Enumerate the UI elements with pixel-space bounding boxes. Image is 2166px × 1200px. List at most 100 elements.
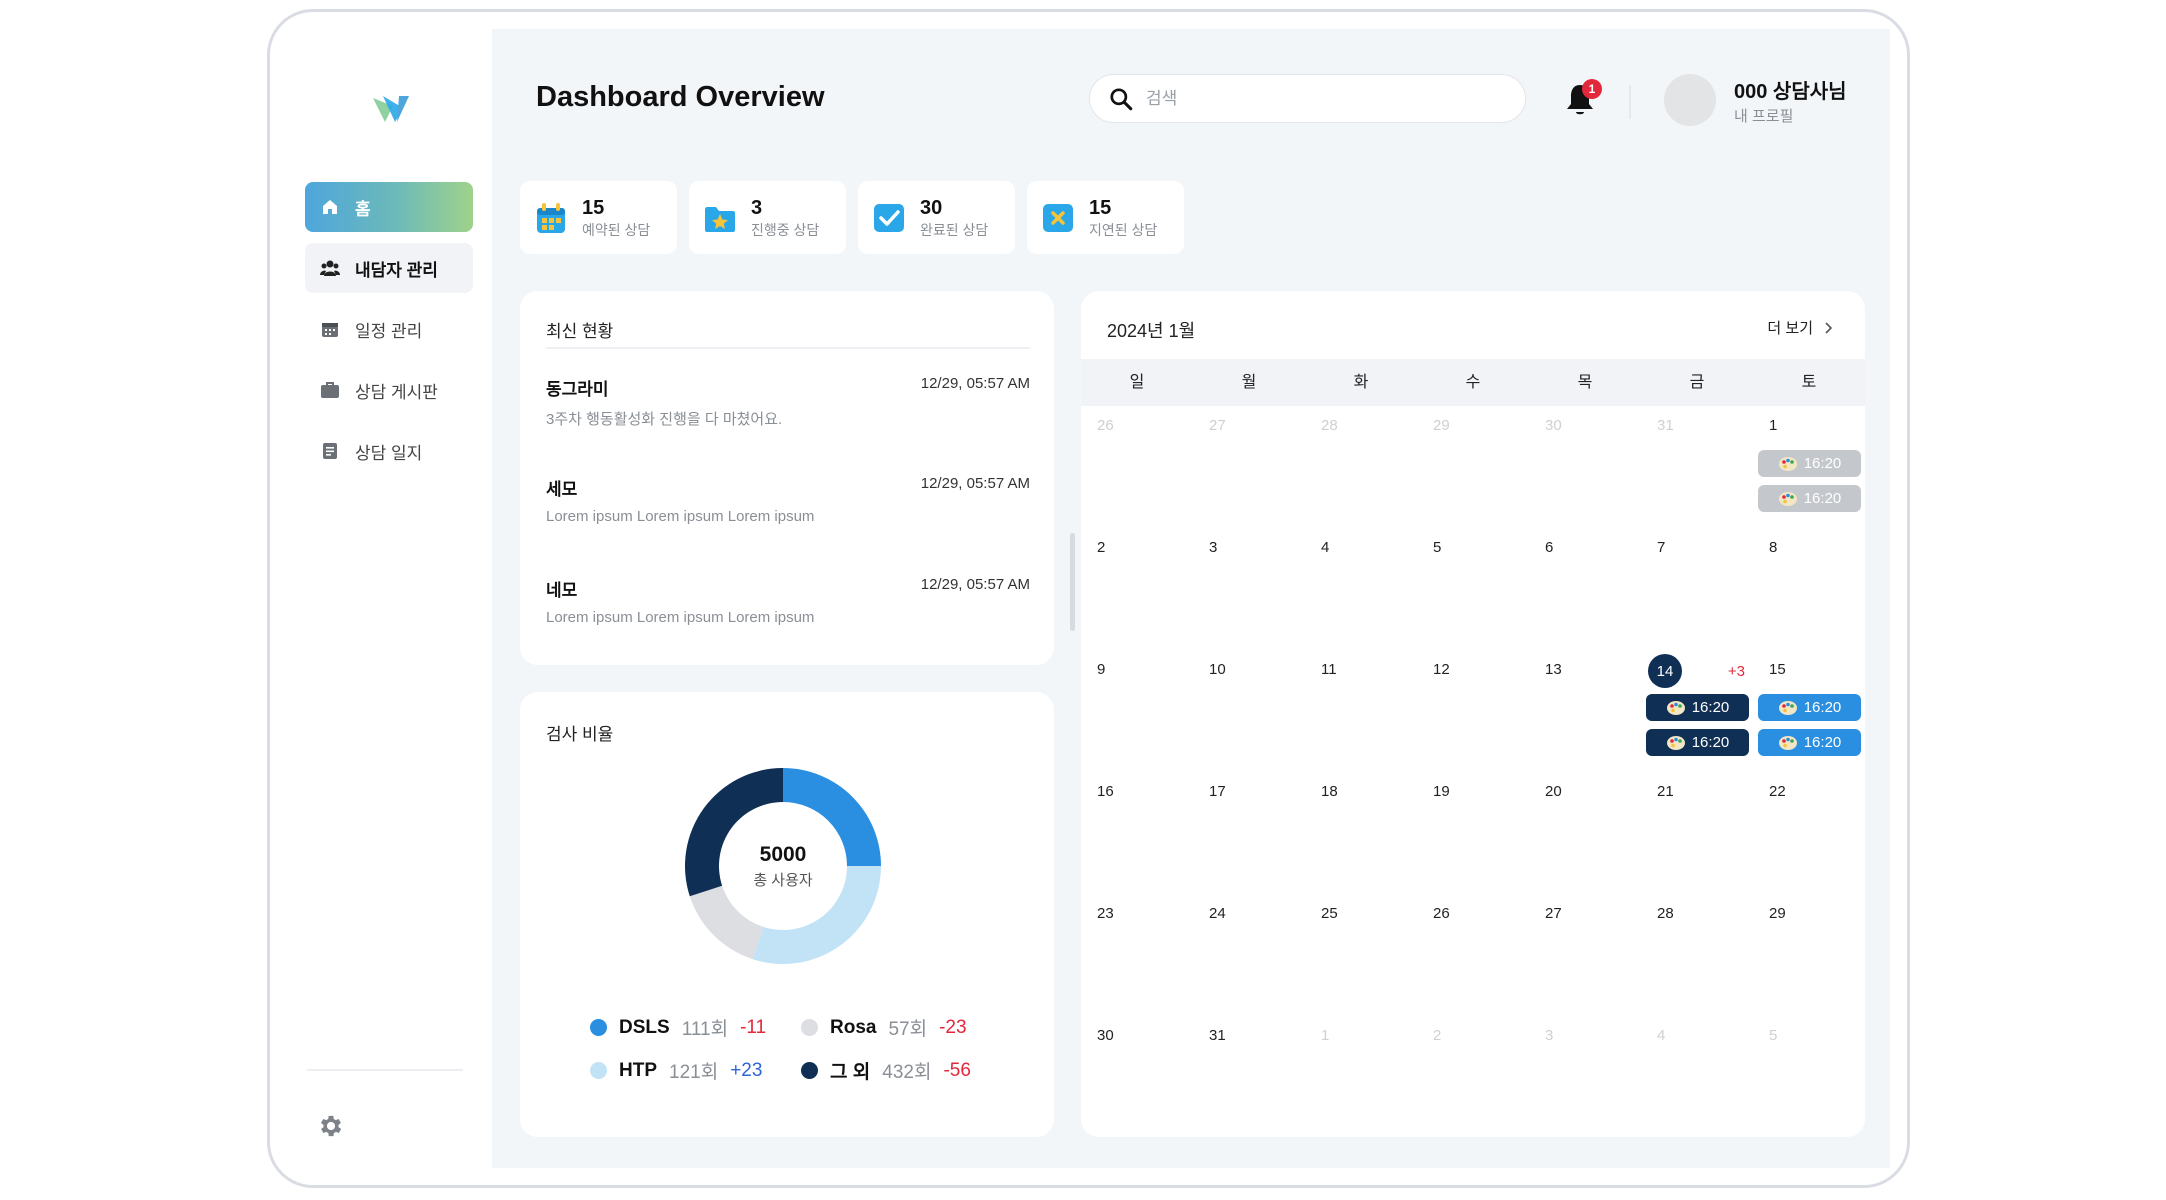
sidebar-item-label: 상담 일지 bbox=[355, 443, 423, 463]
calendar-day-cell[interactable]: 15 16:20 16:20 bbox=[1753, 650, 1865, 772]
event-time: 16:20 bbox=[1803, 455, 1842, 472]
calendar-day-cell[interactable]: 10 bbox=[1193, 650, 1305, 772]
event-chip[interactable]: 16:20 bbox=[1758, 485, 1861, 512]
scrollbar[interactable] bbox=[1070, 533, 1075, 631]
legend-name: 그 외 bbox=[830, 1062, 871, 1083]
list-item[interactable]: 네모 12/29, 05:57 AM Lorem ipsum Lorem ips… bbox=[546, 576, 1030, 626]
user-name[interactable]: 000 상담사님 bbox=[1734, 75, 1847, 104]
legend-name: HTP bbox=[619, 1059, 657, 1081]
calendar-day-cell[interactable]: 11 bbox=[1305, 650, 1417, 772]
document-icon bbox=[319, 440, 341, 462]
calendar-day-cell[interactable]: 24 bbox=[1193, 894, 1305, 1016]
stat-card-reserved[interactable]: 15 예약된 상담 bbox=[520, 181, 677, 254]
calendar-day-cell[interactable]: 8 bbox=[1753, 528, 1865, 650]
stat-card-completed[interactable]: 30 완료된 상담 bbox=[858, 181, 1015, 254]
calendar-day-cell[interactable]: 4 bbox=[1641, 1016, 1753, 1137]
event-chip[interactable]: 16:20 bbox=[1758, 694, 1861, 721]
legend-delta: -11 bbox=[740, 1016, 767, 1038]
calendar-day-cell[interactable]: 25 bbox=[1305, 894, 1417, 1016]
calendar-day-cell[interactable]: 30 bbox=[1081, 1016, 1193, 1137]
event-chip[interactable]: 16:20 bbox=[1646, 729, 1749, 756]
sidebar-item-label: 홈 bbox=[355, 199, 371, 219]
calendar-day-cell[interactable]: 18 bbox=[1305, 772, 1417, 894]
day-number: 20 bbox=[1545, 783, 1562, 800]
list-item[interactable]: 세모 12/29, 05:57 AM Lorem ipsum Lorem ips… bbox=[546, 475, 1030, 525]
legend-dot bbox=[590, 1062, 607, 1079]
calendar-day-cell[interactable]: 27 bbox=[1193, 406, 1305, 528]
event-chip[interactable]: 16:20 bbox=[1758, 450, 1861, 477]
calendar-day-cell[interactable]: 1 16:20 16:20 bbox=[1753, 406, 1865, 528]
calendar-day-cell[interactable]: 4 bbox=[1305, 528, 1417, 650]
calendar-day-cell[interactable]: 5 bbox=[1753, 1016, 1865, 1137]
palette-icon bbox=[1666, 700, 1685, 715]
search-icon bbox=[1110, 87, 1133, 110]
calendar-day-cell[interactable]: 17 bbox=[1193, 772, 1305, 894]
header-divider bbox=[1629, 85, 1631, 119]
calendar-day-cell[interactable]: 2 bbox=[1081, 528, 1193, 650]
my-profile-link[interactable]: 내 프로필 bbox=[1734, 105, 1793, 126]
legend-dot bbox=[801, 1019, 818, 1036]
calendar-day-cell[interactable]: 26 bbox=[1081, 406, 1193, 528]
calendar-day-cell[interactable]: 12 bbox=[1417, 650, 1529, 772]
day-number: 19 bbox=[1433, 783, 1450, 800]
calendar-day-cell[interactable]: 30 bbox=[1529, 406, 1641, 528]
sidebar-item-home[interactable]: 홈 bbox=[305, 182, 473, 232]
more-events-badge[interactable]: +3 bbox=[1728, 663, 1745, 680]
event-chip[interactable]: 16:20 bbox=[1646, 694, 1749, 721]
calendar-week-row: 16 17 18 19 20 21 22 bbox=[1081, 772, 1865, 894]
event-chip[interactable]: 16:20 bbox=[1758, 729, 1861, 756]
list-item[interactable]: 동그라미 12/29, 05:57 AM 3주차 행동활성화 진행을 다 마쳤어… bbox=[546, 375, 1030, 429]
day-number: 31 bbox=[1657, 417, 1674, 434]
calendar-day-cell[interactable]: 26 bbox=[1417, 894, 1529, 1016]
stat-card-in-progress[interactable]: 3 진행중 상담 bbox=[689, 181, 846, 254]
palette-icon bbox=[1778, 700, 1797, 715]
calendar-day-cell[interactable]: 6 bbox=[1529, 528, 1641, 650]
avatar[interactable] bbox=[1664, 74, 1716, 126]
sidebar-item-journal[interactable]: 상담 일지 bbox=[305, 426, 473, 476]
calendar-week-row: 23 24 25 26 27 28 29 bbox=[1081, 894, 1865, 1016]
legend-delta: -56 bbox=[943, 1059, 971, 1081]
sidebar-item-schedule[interactable]: 일정 관리 bbox=[305, 304, 473, 354]
calendar-day-cell[interactable]: 28 bbox=[1641, 894, 1753, 1016]
message-preview: Lorem ipsum Lorem ipsum Lorem ipsum bbox=[546, 508, 815, 525]
calendar-day-cell[interactable]: 22 bbox=[1753, 772, 1865, 894]
calendar-day-cell[interactable]: 1 bbox=[1305, 1016, 1417, 1137]
calendar-day-cell[interactable]: 29 bbox=[1753, 894, 1865, 1016]
day-number: 30 bbox=[1545, 417, 1562, 434]
calendar-day-cell[interactable]: 20 bbox=[1529, 772, 1641, 894]
sidebar-item-board[interactable]: 상담 게시판 bbox=[305, 365, 473, 415]
calendar-day-cell[interactable]: 19 bbox=[1417, 772, 1529, 894]
calendar-day-cell[interactable]: 27 bbox=[1529, 894, 1641, 1016]
calendar-day-cell[interactable]: 23 bbox=[1081, 894, 1193, 1016]
calendar-day-cell[interactable]: 7 bbox=[1641, 528, 1753, 650]
calendar-day-cell[interactable]: 21 bbox=[1641, 772, 1753, 894]
calendar-day-cell[interactable]: 3 bbox=[1529, 1016, 1641, 1137]
weekday-label: 목 bbox=[1577, 374, 1593, 391]
calendar-day-cell[interactable]: 16 bbox=[1081, 772, 1193, 894]
day-number: 29 bbox=[1769, 905, 1786, 922]
v-logo-icon[interactable] bbox=[369, 88, 419, 128]
day-number: 23 bbox=[1097, 905, 1114, 922]
stat-value: 30 bbox=[920, 196, 943, 219]
day-number: 28 bbox=[1321, 417, 1338, 434]
calendar-day-cell[interactable]: 2 bbox=[1417, 1016, 1529, 1137]
calendar-day-cell[interactable]: 31 bbox=[1641, 406, 1753, 528]
search-input[interactable] bbox=[1146, 88, 1506, 109]
stat-card-delayed[interactable]: 15 지연된 상담 bbox=[1027, 181, 1184, 254]
calendar-day-cell[interactable]: 3 bbox=[1193, 528, 1305, 650]
see-more-link[interactable]: 더 보기 bbox=[1767, 317, 1835, 338]
stat-label: 완료된 상담 bbox=[920, 221, 989, 238]
message-preview: 3주차 행동활성화 진행을 다 마쳤어요. bbox=[546, 411, 783, 428]
gear-icon[interactable] bbox=[317, 1112, 345, 1140]
calendar-day-cell[interactable]: 5 bbox=[1417, 528, 1529, 650]
calendar-day-cell[interactable]: 9 bbox=[1081, 650, 1193, 772]
calendar-day-cell[interactable]: 31 bbox=[1193, 1016, 1305, 1137]
calendar-day-cell[interactable]: 29 bbox=[1417, 406, 1529, 528]
calendar-day-cell[interactable]: 14 +3 16:20 16:20 bbox=[1641, 650, 1753, 772]
search-bar[interactable] bbox=[1089, 74, 1526, 123]
calendar-grid: 26 27 28 29 30 31 1 16:20 16:20 2 3 4 5 6 7 8 9 10 11 12 13 1… bbox=[1081, 406, 1865, 1137]
sidebar-item-clients[interactable]: 내담자 관리 bbox=[305, 243, 473, 293]
calendar-day-cell[interactable]: 13 bbox=[1529, 650, 1641, 772]
day-number: 31 bbox=[1209, 1027, 1226, 1044]
calendar-day-cell[interactable]: 28 bbox=[1305, 406, 1417, 528]
